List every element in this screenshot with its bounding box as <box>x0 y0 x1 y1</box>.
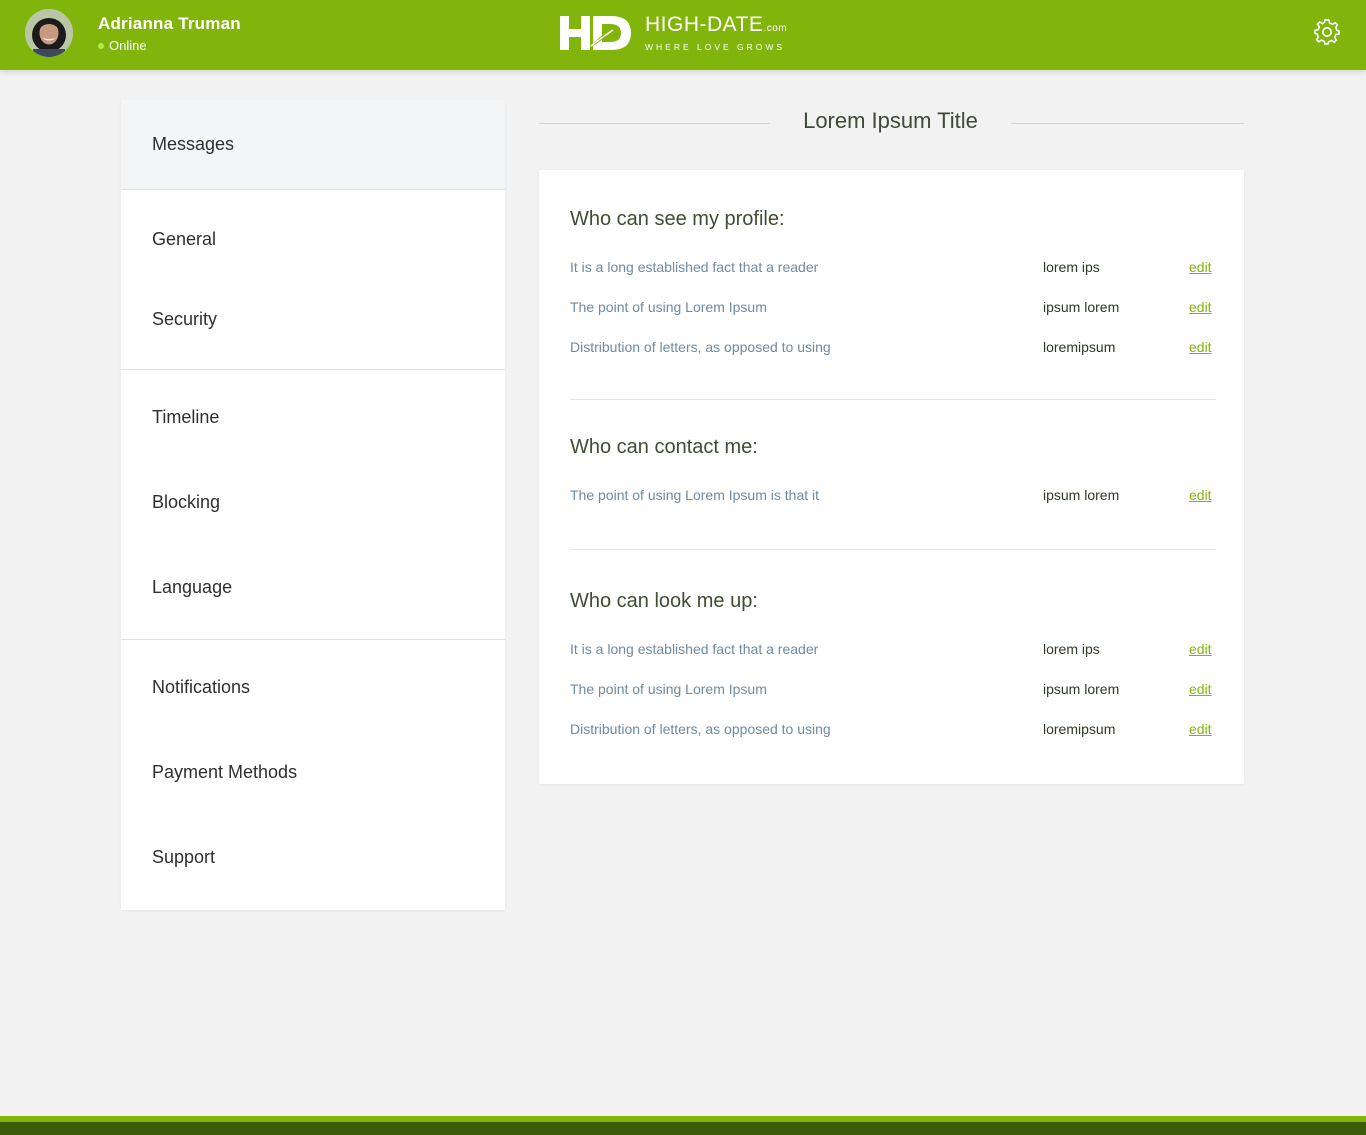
footer-bar <box>0 1122 1366 1135</box>
setting-value: ipsum lorem <box>1043 681 1120 697</box>
edit-link[interactable]: edit <box>1189 299 1212 315</box>
sidebar-item-support[interactable]: Support <box>121 815 505 900</box>
section-title-contact: Who can contact me: <box>570 436 758 458</box>
logo-domain-text: .com <box>763 22 788 34</box>
sidebar-item-security[interactable]: Security <box>121 279 505 359</box>
sidebar-item-timeline[interactable]: Timeline <box>121 375 505 460</box>
online-status: Online <box>98 38 147 53</box>
sidebar-item-notifications[interactable]: Notifications <box>121 645 505 730</box>
section-divider <box>570 549 1216 550</box>
setting-value: ipsum lorem <box>1043 299 1120 315</box>
sidebar-item-payment-methods[interactable]: Payment Methods <box>121 730 505 815</box>
section-title-lookup: Who can look me up: <box>570 590 758 612</box>
setting-label: The point of using Lorem Ipsum <box>570 299 767 315</box>
user-avatar[interactable] <box>25 9 73 57</box>
sidebar-item-general[interactable]: General <box>121 199 505 279</box>
setting-label: Distribution of letters, as opposed to u… <box>570 339 831 355</box>
edit-link[interactable]: edit <box>1189 641 1212 657</box>
edit-link[interactable]: edit <box>1189 259 1212 275</box>
sidebar-item-messages[interactable]: Messages <box>121 100 505 189</box>
section-divider <box>570 399 1216 400</box>
top-navigation-bar: Adrianna Truman Online HIGH-DATE.com WHE… <box>0 0 1366 70</box>
site-logo[interactable]: HIGH-DATE.com WHERE LOVE GROWS <box>559 13 787 53</box>
setting-label: Distribution of letters, as opposed to u… <box>570 721 831 737</box>
title-divider-left <box>539 123 770 124</box>
setting-label: It is a long established fact that a rea… <box>570 641 819 657</box>
hd-logo-icon <box>560 16 631 50</box>
edit-link[interactable]: edit <box>1189 681 1212 697</box>
setting-value: loremipsum <box>1043 339 1116 355</box>
setting-label: It is a long established fact that a rea… <box>570 259 819 275</box>
logo-main-text: HIGH-DATE <box>645 12 764 36</box>
setting-value: lorem ips <box>1043 641 1100 657</box>
setting-label: The point of using Lorem Ipsum <box>570 681 767 697</box>
setting-value: loremipsum <box>1043 721 1116 737</box>
setting-value: lorem ips <box>1043 259 1100 275</box>
title-divider-right <box>1011 123 1244 124</box>
edit-link[interactable]: edit <box>1189 487 1212 503</box>
page-title: Lorem Ipsum Title <box>803 108 978 133</box>
setting-label: The point of using Lorem Ipsum is that i… <box>570 487 820 503</box>
edit-link[interactable]: edit <box>1189 721 1212 737</box>
sidebar-item-language[interactable]: Language <box>121 545 505 630</box>
section-title-profile-visibility: Who can see my profile: <box>570 208 785 230</box>
sidebar-divider <box>121 189 505 190</box>
sidebar-divider <box>121 369 505 370</box>
sidebar-item-blocking[interactable]: Blocking <box>121 460 505 545</box>
sidebar-divider <box>121 639 505 640</box>
setting-value: ipsum lorem <box>1043 487 1120 503</box>
settings-sidebar: Messages General Security Timeline Block… <box>121 100 505 910</box>
status-text: Online <box>109 38 147 53</box>
status-dot-icon <box>98 42 104 49</box>
edit-link[interactable]: edit <box>1189 339 1212 355</box>
user-name: Adrianna Truman <box>98 14 241 33</box>
gear-icon[interactable] <box>1313 18 1341 46</box>
logo-tagline: WHERE LOVE GROWS <box>645 41 786 52</box>
privacy-settings-card: Who can see my profile: It is a long est… <box>539 170 1244 784</box>
